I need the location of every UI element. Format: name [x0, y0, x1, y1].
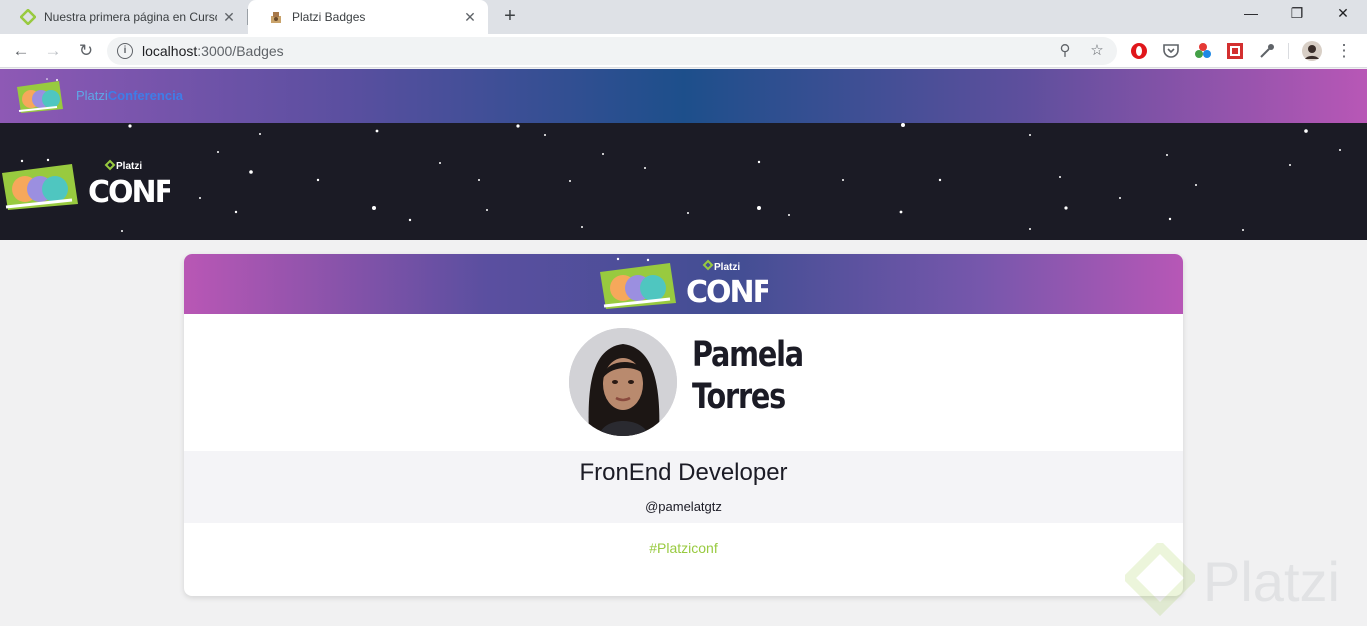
address-bar[interactable]: i localhost:3000/Badges ⚲ ☆ — [107, 37, 1117, 65]
twitter-handle: @pamelatgtz — [645, 499, 722, 514]
platziconf-logo-icon[interactable] — [13, 77, 67, 115]
hero-banner: Platzi CONF — [0, 123, 1367, 240]
site-info-icon[interactable]: i — [117, 43, 133, 59]
browser-toolbar: ← → ↻ i localhost:3000/Badges ⚲ ☆ ⋮ — [0, 34, 1367, 68]
svg-text:CONF: CONF — [686, 275, 768, 310]
tab-platzi-badges[interactable]: Platzi Badges ✕ — [248, 0, 488, 34]
svg-text:Platzi: Platzi — [714, 262, 740, 273]
last-name: Torres — [692, 377, 786, 417]
watermark-text: Platzi — [1203, 550, 1340, 613]
badge-name-section — [184, 314, 1183, 451]
badge-header-logo: Platzi CONF — [600, 257, 768, 310]
avatar-photo — [569, 328, 677, 436]
maximize-button[interactable]: ❐ — [1274, 0, 1320, 30]
screenshot-extension-icon[interactable] — [1226, 42, 1244, 60]
badge-full-name: Pamela Torres — [692, 334, 804, 418]
color-extension-icon[interactable] — [1194, 42, 1212, 60]
badge-card: Platzi CONF Pamela Torres FronEnd Develo… — [184, 254, 1183, 596]
browser-tab-bar: Nuestra primera página en Curso ✕ Platzi… — [0, 0, 1367, 34]
hashtag: #Platziconf — [649, 540, 718, 556]
back-arrow-icon[interactable]: ← — [8, 38, 34, 64]
tab-title: Nuestra primera página en Curso — [44, 10, 217, 24]
tab-nuestra-primera-pagina[interactable]: Nuestra primera página en Curso ✕ — [0, 0, 247, 34]
tab-close-icon[interactable]: ✕ — [458, 9, 482, 26]
badge-header: Platzi CONF — [184, 254, 1183, 314]
minimize-button[interactable]: — — [1228, 0, 1274, 30]
zoom-icon[interactable]: ⚲ — [1055, 41, 1075, 61]
platzi-watermark-icon — [1121, 539, 1199, 617]
bookmark-star-icon[interactable]: ☆ — [1087, 41, 1107, 61]
first-name: Pamela — [692, 335, 804, 375]
menu-kebab-icon[interactable]: ⋮ — [1331, 38, 1357, 64]
platzi-watermark: Platzi — [1121, 539, 1365, 621]
toolbar-divider — [1288, 43, 1289, 59]
tab-close-icon[interactable]: ✕ — [217, 9, 241, 26]
pocket-extension-icon[interactable] — [1162, 42, 1180, 60]
tab-title: Platzi Badges — [292, 10, 366, 24]
opera-extension-icon[interactable] — [1130, 42, 1148, 60]
platzi-favicon-icon — [20, 9, 36, 25]
avatar — [569, 328, 677, 436]
profile-avatar-icon[interactable] — [1302, 41, 1322, 61]
job-title: FronEnd Developer — [579, 459, 788, 486]
new-tab-button[interactable]: + — [498, 5, 522, 29]
close-window-button[interactable]: ✕ — [1320, 0, 1366, 30]
forward-arrow-icon[interactable]: → — [40, 38, 66, 64]
badge-favicon-icon — [271, 12, 281, 23]
brand-title[interactable]: PlatziConferencia — [76, 88, 183, 103]
url-text[interactable]: localhost:3000/Badges — [142, 43, 284, 59]
svg-text:CONF: CONF — [88, 175, 170, 210]
eyedropper-extension-icon[interactable] — [1258, 42, 1276, 60]
starfield — [121, 123, 1341, 232]
hero-platziconf-logo: Platzi CONF — [2, 158, 170, 210]
svg-text:Platzi: Platzi — [116, 161, 142, 172]
reload-icon[interactable]: ↻ — [73, 38, 99, 64]
app-navbar: PlatziConferencia — [0, 69, 1367, 123]
